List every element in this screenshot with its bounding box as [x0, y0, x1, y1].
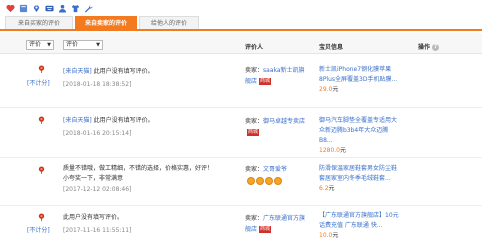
column-item-info: 宝贝信息 — [319, 44, 344, 51]
column-action-label: 操作 — [418, 44, 431, 51]
seller-link[interactable]: 御马卓越专卖店 — [263, 118, 305, 125]
rating-filter-select[interactable]: 评价 ▼ — [26, 40, 54, 50]
item-title-link[interactable]: 新士凯iPhone7钢化膜苹果8Plus全屏覆盖3D手机贴膜... — [319, 66, 397, 83]
wrench-icon[interactable] — [83, 4, 93, 14]
seller-info: 卖家：saaka新士凯旗 舰店 商城 — [245, 67, 305, 85]
tab-given-to-others[interactable]: 给他人的评价 — [139, 16, 199, 29]
rating-label: [不计分] — [27, 80, 50, 87]
item-info: 【广东联通官方旗舰店】10元 话费充值 广东联通 快... 10.0元 — [319, 211, 399, 241]
source-tag[interactable]: [来自天猫] — [63, 117, 92, 124]
table-header: 评价 ▼ 评价 ▼ 评价人 宝贝信息 操作? — [0, 33, 482, 54]
review-time: [2018-01-16 20:15:14] — [63, 130, 132, 137]
item-price: 29.0元 — [319, 86, 339, 93]
rank-crown-icon — [256, 176, 264, 185]
seller-info: 卖家：御马卓越专卖店 商城 — [245, 118, 306, 136]
person-icon[interactable] — [57, 4, 67, 14]
item-title-link[interactable]: 【广东联通官方旗舰店】10元 话费充值 广东联通 快... — [319, 212, 399, 229]
item-title-link[interactable]: 御马汽车脚垫全覆盖专适用大众新迈腾b3b4年大众迈腾B8... — [319, 117, 397, 144]
seller-link-cont[interactable]: 舰店 — [245, 226, 257, 233]
type-filter-select[interactable]: 评价 ▼ — [63, 40, 103, 50]
seller-link[interactable]: 文哥爱爷 — [263, 166, 287, 173]
item-price: 10.0元 — [319, 232, 339, 239]
seller-info: 卖家：广东联通官方旗 舰店 商城 — [245, 215, 306, 233]
review-tabs: 来自买家的评价 来自卖家的评价 给他人的评价 — [0, 16, 482, 31]
source-tag[interactable]: [来自天猫] — [63, 68, 92, 75]
neutral-flower-icon — [37, 65, 46, 73]
table-row: [不计分] 此用户没有填写评价。 [2017-11-16 11:55:11] 卖… — [0, 206, 482, 247]
tab-from-sellers[interactable]: 来自卖家的评价 — [75, 16, 137, 30]
tab-from-buyers[interactable]: 来自买家的评价 — [5, 16, 73, 29]
rank-crown-icon — [274, 176, 282, 185]
good-flower-icon — [37, 166, 46, 174]
mall-badge: 商城 — [259, 78, 272, 85]
help-icon[interactable]: ? — [432, 44, 440, 51]
mall-badge: 商城 — [259, 226, 272, 233]
item-title-link[interactable]: 防滑保温家居鞋套男女防尘鞋套居家室内冬季毛绒鞋套... — [319, 165, 397, 182]
item-info: 防滑保温家居鞋套男女防尘鞋套居家室内冬季毛绒鞋套... 6.2元 — [319, 164, 399, 194]
keyboard-icon[interactable] — [44, 4, 54, 14]
review-comment: 此用户没有填写评价。 — [63, 214, 124, 221]
review-time: [2018-01-18 18:38:52] — [63, 81, 132, 88]
review-time: [2017-12-12 02:08:46] — [63, 186, 132, 193]
column-action: 操作? — [418, 42, 440, 51]
heart-icon[interactable] — [5, 4, 15, 14]
neutral-flower-icon — [37, 213, 46, 221]
item-info: 御马汽车脚垫全覆盖专适用大众新迈腾b3b4年大众迈腾B8... 1280.0元 — [319, 116, 399, 156]
table-row: [不计分] [来自天猫] 此用户没有填写评价。 [2018-01-18 18:3… — [0, 55, 482, 108]
chevron-down-icon: ▼ — [47, 42, 51, 48]
item-price: 1280.0元 — [319, 147, 347, 154]
rating-label: [不计分] — [27, 227, 50, 234]
toolbar — [0, 0, 482, 17]
book-icon[interactable] — [18, 4, 28, 14]
rating-filter-value: 评价 — [29, 41, 42, 48]
rank-crown-icon — [265, 176, 273, 185]
seller-link[interactable]: saaka新士凯旗 — [263, 67, 305, 74]
chevron-down-icon: ▼ — [96, 42, 100, 48]
item-price: 6.2元 — [319, 185, 335, 192]
type-filter-value: 评价 — [66, 41, 79, 48]
item-info: 新士凯iPhone7钢化膜苹果8Plus全屏覆盖3D手机贴膜... 29.0元 — [319, 65, 399, 95]
review-comment: 质量不错哦，做工精细，不错的选择，价格实惠，好评！ 小夸奖一下，非常满意 — [63, 165, 214, 182]
column-reviewer: 评价人 — [245, 44, 264, 51]
location-pin-icon[interactable] — [31, 4, 41, 14]
review-comment: [来自天猫] 此用户没有填写评价。 — [63, 68, 154, 75]
review-comment: [来自天猫] 此用户没有填写评价。 — [63, 117, 154, 124]
table-row: 质量不错哦，做工精细，不错的选择，价格实惠，好评！ 小夸奖一下，非常满意 [20… — [0, 158, 482, 206]
review-time: [2017-11-16 11:55:11] — [63, 227, 132, 234]
mall-badge: 商城 — [247, 129, 260, 136]
seller-link-cont[interactable]: 舰店 — [245, 78, 257, 85]
seller-info: 卖家：文哥爱爷 — [245, 164, 287, 186]
good-flower-icon — [37, 116, 46, 124]
seller-link[interactable]: 广东联通官方旗 — [263, 215, 305, 222]
rank-crown-icon — [247, 176, 255, 185]
seller-rank-icons — [247, 176, 282, 185]
shirt-icon[interactable] — [70, 4, 80, 14]
table-row: [来自天猫] 此用户没有填写评价。 [2018-01-16 20:15:14] … — [0, 108, 482, 158]
